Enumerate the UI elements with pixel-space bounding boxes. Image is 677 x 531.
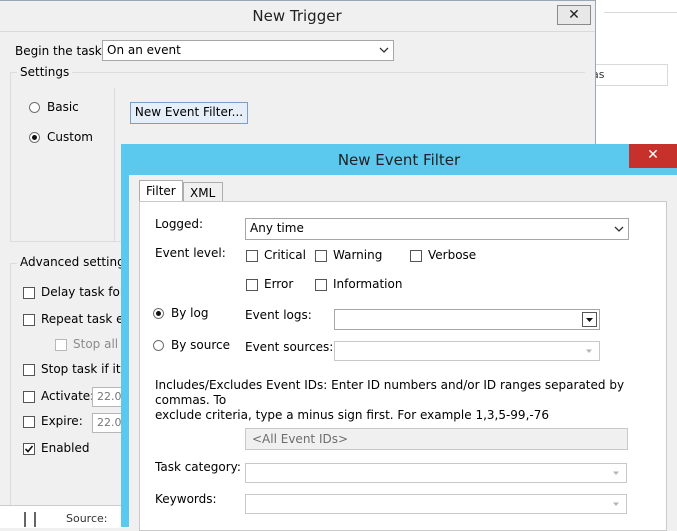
logged-value: Any time bbox=[250, 221, 304, 235]
enabled-checkbox[interactable] bbox=[23, 443, 35, 455]
activate-date-field[interactable]: 22.01 bbox=[92, 387, 129, 407]
basic-radio[interactable] bbox=[29, 102, 40, 113]
information-label: Information bbox=[333, 277, 403, 291]
error-checkbox[interactable] bbox=[246, 279, 258, 291]
triangle-down-icon bbox=[613, 502, 619, 506]
settings-group-title: Settings bbox=[17, 65, 73, 79]
chevron-down-icon bbox=[379, 47, 389, 53]
filter-close-button[interactable]: ✕ bbox=[629, 144, 677, 168]
new-event-filter-button[interactable]: New Event Filter... bbox=[130, 102, 248, 124]
event-sources-label: Event sources: bbox=[245, 340, 334, 354]
event-ids-help-line: exclude criteria, type a minus sign firs… bbox=[155, 408, 549, 422]
warning-checkbox[interactable] bbox=[315, 250, 327, 262]
by-source-label: By source bbox=[171, 338, 230, 352]
custom-radio[interactable] bbox=[29, 132, 40, 143]
filter-tab-panel: Logged: Any time Event level: Critical W… bbox=[139, 201, 667, 531]
event-ids-help-text: Includes/Excludes Event IDs: Enter ID nu… bbox=[155, 378, 665, 423]
stop-task-checkbox[interactable] bbox=[23, 364, 35, 376]
custom-radio-dot bbox=[32, 135, 37, 140]
event-ids-input[interactable]: <All Event IDs> bbox=[245, 428, 628, 450]
by-log-radio-dot bbox=[156, 311, 161, 316]
settings-divider bbox=[114, 88, 115, 242]
filter-dialog-body: Filter XML Logged: Any time Event level:… bbox=[129, 175, 677, 531]
verbose-checkbox[interactable] bbox=[410, 250, 422, 262]
event-logs-drop-button[interactable] bbox=[582, 312, 597, 327]
background-divider bbox=[604, 12, 677, 13]
by-log-radio[interactable] bbox=[153, 308, 164, 319]
enabled-label: Enabled bbox=[41, 441, 90, 455]
begin-task-label: Begin the task: bbox=[15, 44, 106, 58]
by-log-label: By log bbox=[171, 306, 209, 320]
triangle-down-icon bbox=[586, 318, 593, 322]
trigger-window-title: New Trigger bbox=[252, 7, 342, 25]
repeat-task-checkbox[interactable] bbox=[23, 314, 35, 326]
begin-task-dropdown[interactable]: On an event bbox=[102, 40, 394, 61]
error-label: Error bbox=[264, 277, 294, 291]
critical-checkbox[interactable] bbox=[246, 250, 258, 262]
tab-filter[interactable]: Filter bbox=[139, 180, 183, 202]
stop-all-checkbox[interactable] bbox=[55, 339, 67, 351]
event-logs-label: Event logs: bbox=[245, 308, 312, 322]
event-logs-dropdown[interactable] bbox=[334, 309, 600, 330]
trigger-close-button[interactable]: ✕ bbox=[557, 5, 591, 25]
advanced-settings-title: Advanced settings bbox=[17, 255, 134, 269]
filter-dialog-title: New Event Filter bbox=[337, 151, 461, 169]
verbose-label: Verbose bbox=[428, 248, 477, 262]
triangle-down-icon bbox=[586, 349, 592, 353]
critical-label: Critical bbox=[264, 248, 306, 262]
logged-dropdown[interactable]: Any time bbox=[245, 218, 629, 240]
by-source-radio[interactable] bbox=[153, 340, 164, 351]
task-category-label: Task category: bbox=[155, 460, 241, 474]
expire-checkbox[interactable] bbox=[23, 416, 35, 428]
delay-task-label: Delay task for: bbox=[41, 285, 129, 299]
task-category-dropdown[interactable] bbox=[245, 463, 627, 483]
information-checkbox[interactable] bbox=[315, 279, 327, 291]
event-ids-help-line: Includes/Excludes Event IDs: Enter ID nu… bbox=[155, 378, 625, 407]
event-sources-dropdown[interactable] bbox=[334, 341, 600, 361]
background-bottom-strip bbox=[0, 505, 130, 528]
basic-label: Basic bbox=[47, 100, 79, 114]
background-source-label: Source: bbox=[66, 512, 108, 525]
logged-label: Logged: bbox=[155, 217, 204, 231]
chevron-down-icon bbox=[614, 226, 624, 232]
keywords-label: Keywords: bbox=[155, 492, 217, 506]
expire-label: Expire: bbox=[41, 414, 83, 428]
background-handle bbox=[34, 512, 36, 527]
warning-label: Warning bbox=[333, 248, 383, 262]
keywords-dropdown[interactable] bbox=[245, 494, 627, 514]
activate-checkbox[interactable] bbox=[23, 391, 35, 403]
activate-label: Activate: bbox=[41, 389, 95, 403]
triangle-down-icon bbox=[613, 471, 619, 475]
new-event-filter-dialog: New Event Filter ✕ Filter XML Logged: An… bbox=[121, 144, 677, 531]
expire-date-field[interactable]: 22.01 bbox=[92, 413, 129, 433]
checkmark-icon bbox=[24, 445, 34, 453]
delay-task-checkbox[interactable] bbox=[23, 287, 35, 299]
background-handle bbox=[24, 512, 26, 527]
tab-xml[interactable]: XML bbox=[183, 182, 223, 202]
event-level-label: Event level: bbox=[155, 246, 226, 260]
begin-task-value: On an event bbox=[107, 43, 181, 57]
custom-label: Custom bbox=[47, 130, 93, 144]
